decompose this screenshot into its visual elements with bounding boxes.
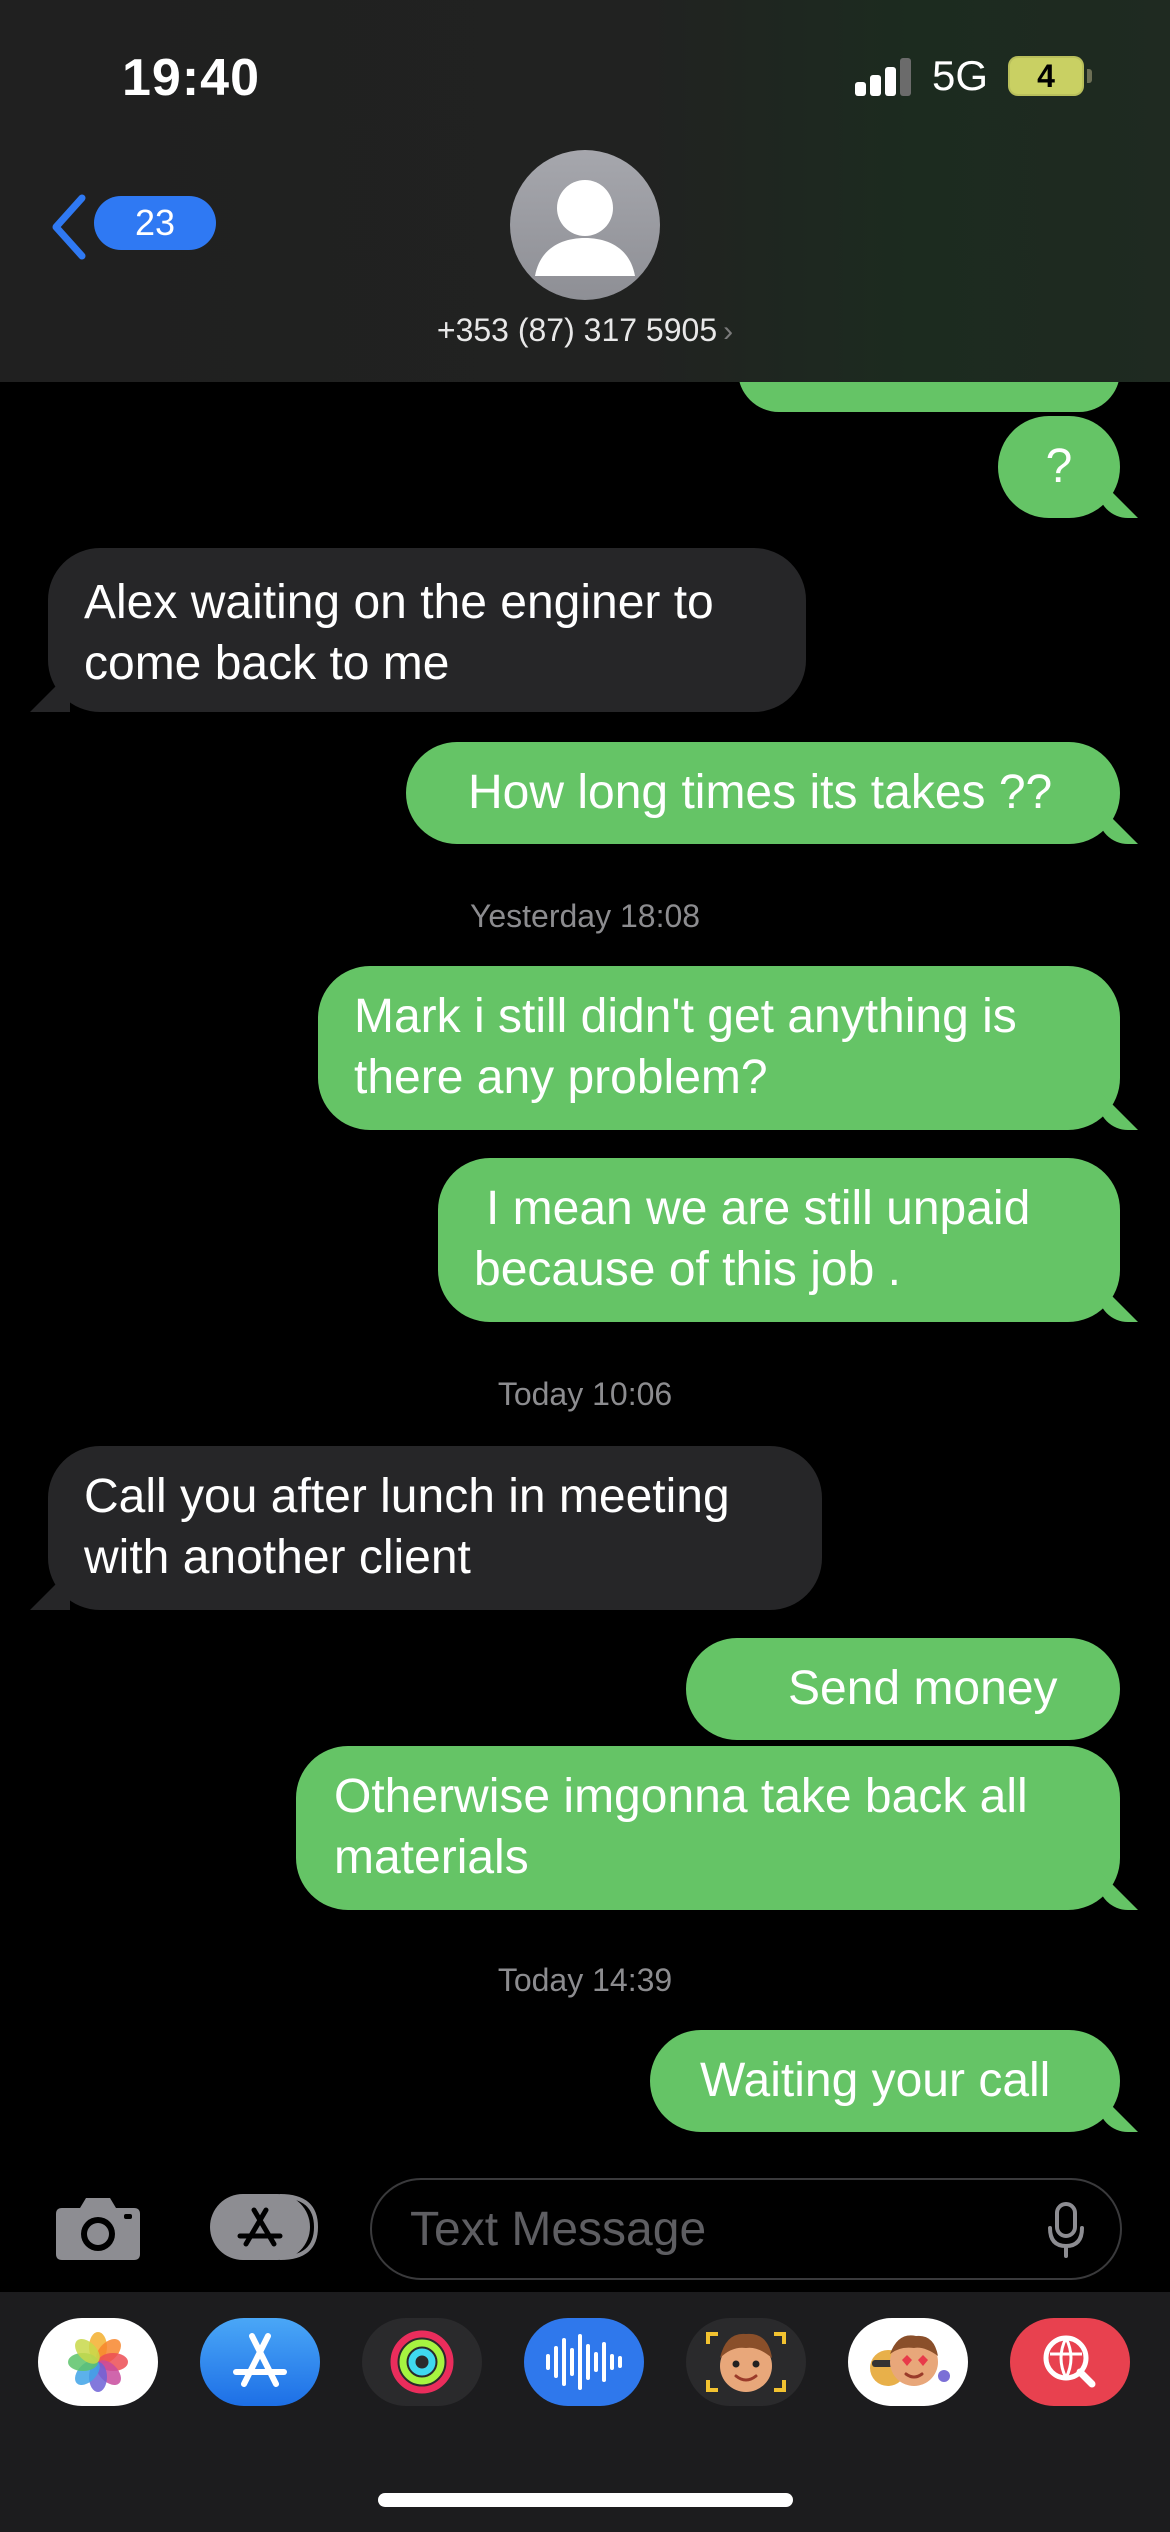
memoji-icon — [706, 2332, 786, 2392]
activity-icon — [390, 2330, 454, 2394]
apps-button[interactable] — [208, 2192, 320, 2262]
audio-message-app-button[interactable] — [524, 2318, 644, 2406]
memoji-stickers-icon — [870, 2335, 950, 2386]
signal-icon — [855, 58, 913, 96]
image-search-app-button[interactable] — [1010, 2318, 1130, 2406]
message-bubble-sent[interactable]: ? — [998, 416, 1120, 518]
message-bubble-sent[interactable]: Waiting your call — [650, 2030, 1120, 2132]
activity-app-button[interactable] — [362, 2318, 482, 2406]
chevron-left-icon — [52, 194, 86, 260]
app-store-icon — [233, 2333, 287, 2387]
status-time: 19:40 — [122, 49, 260, 107]
message-bubble-sent[interactable]: Mark i still didn't get anything is ther… — [318, 966, 1120, 1130]
memoji-app-button[interactable] — [686, 2318, 806, 2406]
app-store-app-button[interactable] — [200, 2318, 320, 2406]
message-timestamp: Today 14:39 — [497, 1962, 673, 1998]
app-store-icon — [210, 2194, 319, 2260]
home-indicator[interactable] — [378, 2493, 793, 2507]
camera-icon — [56, 2198, 140, 2260]
memoji-stickers-app-button[interactable] — [848, 2318, 968, 2406]
message-bubble-received[interactable]: Call you after lunch in meeting with ano… — [48, 1446, 822, 1610]
chevron-right-icon: › — [723, 315, 734, 348]
microphone-icon[interactable] — [1046, 2202, 1086, 2258]
contact-name[interactable]: +353 (87) 317 5905 › — [0, 312, 1170, 349]
message-timestamp: Yesterday 18:08 — [469, 898, 701, 934]
battery-tip — [1087, 69, 1092, 83]
conversation-header: 19:40 5G 4 23 +353 (87) 317 5905 › — [0, 0, 1170, 382]
message-bubble-sent[interactable]: How long times its takes ?? — [406, 742, 1120, 844]
battery-icon: 4 — [1008, 56, 1084, 96]
message-bubble-sent[interactable]: Send money — [686, 1638, 1120, 1740]
messages-screen: 19:40 5G 4 23 +353 (87) 317 5905 › ? Ale… — [0, 0, 1170, 2532]
unread-count-badge: 23 — [94, 196, 216, 250]
contact-avatar[interactable] — [510, 150, 660, 300]
message-bubble-sent[interactable]: I mean we are still unpaid because of th… — [438, 1158, 1120, 1322]
message-timestamp: Today 10:06 — [497, 1376, 673, 1412]
image-search-icon — [1043, 2335, 1096, 2388]
message-input[interactable] — [370, 2178, 1122, 2280]
photos-app-button[interactable] — [38, 2318, 158, 2406]
network-label: 5G — [932, 52, 989, 99]
camera-button[interactable] — [52, 2192, 144, 2262]
message-bubble-received[interactable]: Alex waiting on the enginer to come back… — [48, 548, 806, 712]
audio-message-icon — [546, 2334, 622, 2390]
photos-icon — [68, 2332, 128, 2392]
message-bubble-sent[interactable]: Otherwise imgonna take back all material… — [296, 1746, 1120, 1910]
person-icon — [535, 180, 635, 276]
back-button[interactable]: 23 — [48, 190, 216, 260]
